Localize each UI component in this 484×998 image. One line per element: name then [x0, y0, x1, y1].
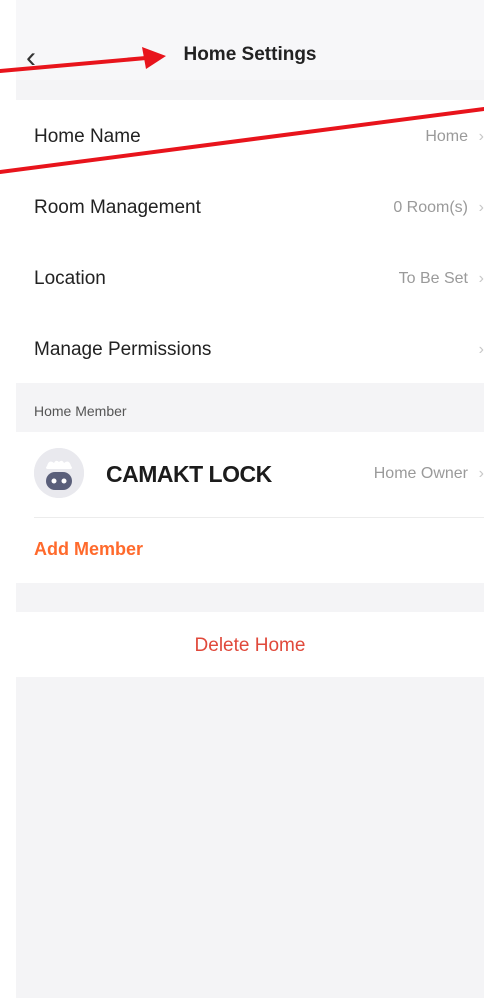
member-role: Home Owner	[373, 465, 468, 482]
home-name-row[interactable]: Home Name Home ›	[16, 100, 484, 174]
page-title: Home Settings	[183, 44, 317, 65]
member-divider	[34, 517, 484, 518]
location-row[interactable]: Location To Be Set ›	[16, 242, 484, 316]
chevron-right-icon: ›	[478, 199, 484, 216]
home-name-label: Home Name	[34, 126, 141, 147]
room-management-row[interactable]: Room Management 0 Room(s) ›	[16, 171, 484, 245]
delete-home-button[interactable]: Delete Home	[16, 635, 484, 657]
room-management-label: Room Management	[34, 197, 201, 218]
manage-permissions-row[interactable]: Manage Permissions ›	[16, 313, 484, 387]
app-screen: ‹ Home Settings Home Name Home › Room Ma…	[16, 0, 484, 998]
room-management-value: 0 Room(s)	[393, 199, 468, 216]
home-member-section-label: Home Member	[34, 403, 127, 419]
home-name-value: Home	[425, 128, 468, 145]
chevron-right-icon: ›	[478, 128, 484, 145]
chevron-right-icon: ›	[478, 465, 484, 482]
location-label: Location	[34, 268, 106, 289]
member-name[interactable]: CAMAKT LOCK	[106, 461, 272, 488]
settings-group: Home Name Home › Room Management 0 Room(…	[16, 100, 484, 383]
location-value: To Be Set	[398, 270, 468, 287]
members-group	[16, 432, 484, 583]
chevron-right-icon: ›	[478, 270, 484, 287]
robot-avatar-icon	[34, 448, 84, 498]
manage-permissions-label: Manage Permissions	[34, 339, 212, 360]
chevron-right-icon: ›	[478, 341, 484, 358]
nav-header: ‹ Home Settings	[16, 0, 484, 80]
add-member-button[interactable]: Add Member	[34, 539, 143, 560]
